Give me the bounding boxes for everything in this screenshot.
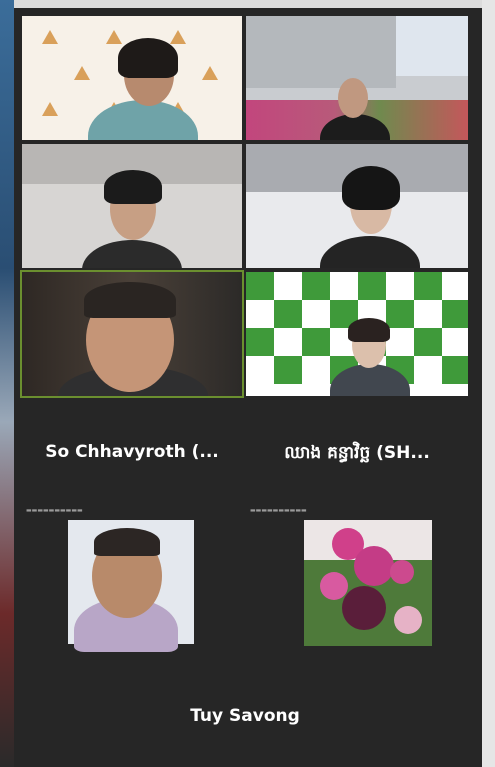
- video-tile-3[interactable]: [22, 144, 242, 268]
- participant-head: [338, 78, 368, 118]
- participant-name: ឈាង គន្ធាវិច្ឆ (SH...: [284, 443, 430, 463]
- tile-caption: ▬▬▬▬▬▬▬▬▬▬: [250, 507, 307, 514]
- video-gallery: So Chhavyroth (... ឈាង គន្ធាវិច្ឆ (SH...…: [14, 8, 482, 767]
- meeting-window-frame: So Chhavyroth (... ឈាង គន្ធាវិច្ឆ (SH...…: [0, 0, 495, 767]
- participant-hair: [348, 318, 390, 342]
- video-tile-7[interactable]: ▬▬▬▬▬▬▬▬▬▬: [22, 504, 242, 654]
- video-tile-5-active-speaker[interactable]: [20, 270, 244, 398]
- video-feed-flowers: [304, 520, 432, 646]
- participant-hair: [118, 38, 178, 78]
- desktop-background-left: [0, 0, 14, 767]
- participant-tile-tuy-savong[interactable]: Tuy Savong: [22, 658, 468, 759]
- participant-body: [320, 236, 420, 268]
- video-tile-8[interactable]: ▬▬▬▬▬▬▬▬▬▬: [246, 504, 468, 654]
- video-tile-4[interactable]: [246, 144, 468, 268]
- participant-tile-so-chhavyroth[interactable]: So Chhavyroth (...: [22, 400, 242, 500]
- participant-name: So Chhavyroth (...: [45, 442, 219, 462]
- sky: [396, 16, 468, 76]
- flowers-image: [304, 528, 432, 646]
- participant-hair: [84, 282, 176, 318]
- video-tile-6[interactable]: [246, 272, 468, 396]
- title-bar: [14, 0, 495, 8]
- participant-hair: [104, 170, 162, 204]
- tile-caption: ▬▬▬▬▬▬▬▬▬▬: [26, 507, 83, 514]
- participant-tile-sh[interactable]: ឈាង គន្ធាវិច្ឆ (SH...: [246, 400, 468, 500]
- building: [246, 16, 396, 88]
- participant-hair: [342, 166, 400, 210]
- participant-hair: [94, 528, 160, 556]
- video-tile-2[interactable]: [246, 16, 468, 140]
- participant-name: Tuy Savong: [190, 706, 300, 726]
- video-feed: [68, 520, 194, 652]
- video-tile-1[interactable]: [22, 16, 242, 140]
- participant-body: [82, 240, 182, 268]
- desktop-background-right: [482, 0, 495, 767]
